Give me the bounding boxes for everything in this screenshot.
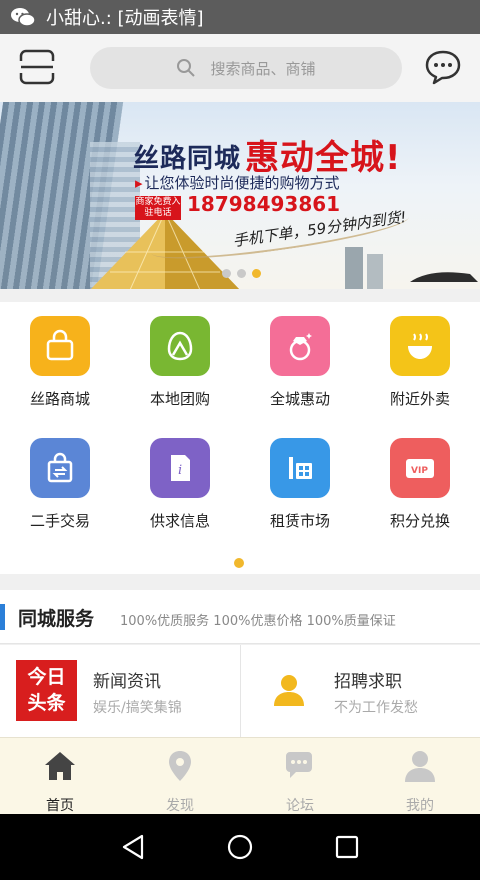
banner-subline: ▸ 让您体验时尚便捷的购物方式 [135,174,340,192]
status-title: 小甜心.: [动画表情] [46,8,204,29]
banner-pagination [222,269,261,278]
tab-label: 我的 [406,798,434,814]
exchange-bag-icon [30,438,90,498]
banner-tanks-graphic [345,247,478,289]
wechat-icon [11,8,36,27]
person-icon [274,675,304,706]
group-buy-bag-icon [150,316,210,376]
info-document-icon: i [150,438,210,498]
tab-discover[interactable]: 发现 [120,738,240,815]
grid-pagination-dot [234,558,244,568]
bottom-tab-bar: 首页 发现 论坛 我的 [0,737,480,814]
grid-item-rental[interactable]: 租赁市场 [240,424,360,534]
tab-label: 首页 [46,798,74,814]
search-icon [177,59,196,77]
service-card-jobs[interactable]: 招聘求职 不为工作发愁 [240,645,480,737]
search-input[interactable]: 搜索商品、商铺 [90,47,402,89]
forum-icon [286,752,312,778]
grid-item-takeout[interactable]: 附近外卖 [360,302,480,412]
tab-mine[interactable]: 我的 [360,738,480,815]
tab-forum[interactable]: 论坛 [240,738,360,815]
section-title: 同城服务 [18,608,95,630]
grid-item-group-buy[interactable]: 本地团购 [120,302,240,412]
scan-icon[interactable] [18,48,56,86]
search-placeholder: 搜索商品、商铺 [210,59,316,78]
service-card-news[interactable]: 今日 头条 新闻资讯 娱乐/搞笑集锦 [0,645,240,737]
section-accent-bar [0,604,5,630]
tab-label: 发现 [166,798,194,814]
grid-item-label: 租赁市场 [269,512,330,530]
grid-item-label: 供求信息 [149,512,210,530]
shopping-bag-icon [30,316,90,376]
grid-item-silk-road-mall[interactable]: 丝路商城 [0,302,120,412]
category-grid: 丝路商城 本地团购 全城惠动 附近外卖 二手交易 i 供求信息 租赁市场 VIP… [0,302,480,574]
grid-item-label: 丝路商城 [29,390,90,408]
grid-item-label: 全城惠动 [269,390,330,408]
banner-dot[interactable] [237,269,246,278]
diamond-ring-icon [270,316,330,376]
service-title: 新闻资讯 [93,672,161,692]
grid-item-points-exchange[interactable]: VIP 积分兑换 [360,424,480,534]
building-icon [270,438,330,498]
user-icon [405,751,435,782]
section-tagline: 100%优质服务 100%优惠价格 100%质量保证 [120,614,396,629]
grid-item-label: 本地团购 [149,390,210,408]
services-row: 今日 头条 新闻资讯 娱乐/搞笑集锦 招聘求职 不为工作发愁 [0,645,480,737]
svg-text:VIP: VIP [411,466,428,476]
food-bowl-icon [390,316,450,376]
tab-label: 论坛 [286,798,314,814]
top-header: 搜索商品、商铺 [0,34,480,102]
city-services-header: 同城服务 100%优质服务 100%优惠价格 100%质量保证 [0,590,480,644]
banner-dot-active[interactable] [252,269,261,278]
banner-dot[interactable] [222,269,231,278]
grid-item-supply-demand[interactable]: i 供求信息 [120,424,240,534]
service-subtitle: 不为工作发愁 [334,700,418,716]
vip-card-icon: VIP [390,438,450,498]
status-bar: 小甜心.: [动画表情] [0,0,480,34]
home-circle-icon[interactable] [225,832,255,862]
back-triangle-icon[interactable] [120,832,150,862]
location-pin-icon [169,751,191,781]
recent-apps-square-icon[interactable] [332,832,362,862]
service-title: 招聘求职 [334,672,402,692]
banner-headline-left: 丝路同城 [133,144,242,174]
home-icon [45,752,75,780]
grid-item-label: 积分兑换 [389,512,450,530]
service-subtitle: 娱乐/搞笑集锦 [93,700,182,716]
tab-home[interactable]: 首页 [0,738,120,815]
system-nav-bar [0,814,480,880]
grid-item-city-promo[interactable]: 全城惠动 [240,302,360,412]
banner-tag: 商家免费入驻电话 [135,196,181,220]
grid-item-label: 二手交易 [29,512,90,530]
arrow-icon: ▸ [135,174,143,192]
promo-banner[interactable]: 丝路同城 惠动全城! ▸ 让您体验时尚便捷的购物方式 商家免费入驻电话 18798… [0,102,480,289]
svg-text:i: i [178,463,182,478]
banner-phone: 18798493861 [187,192,341,216]
chat-icon[interactable] [424,48,462,86]
grid-item-label: 附近外卖 [389,390,450,408]
toutiao-logo: 今日 头条 [16,660,77,721]
grid-item-second-hand[interactable]: 二手交易 [0,424,120,534]
